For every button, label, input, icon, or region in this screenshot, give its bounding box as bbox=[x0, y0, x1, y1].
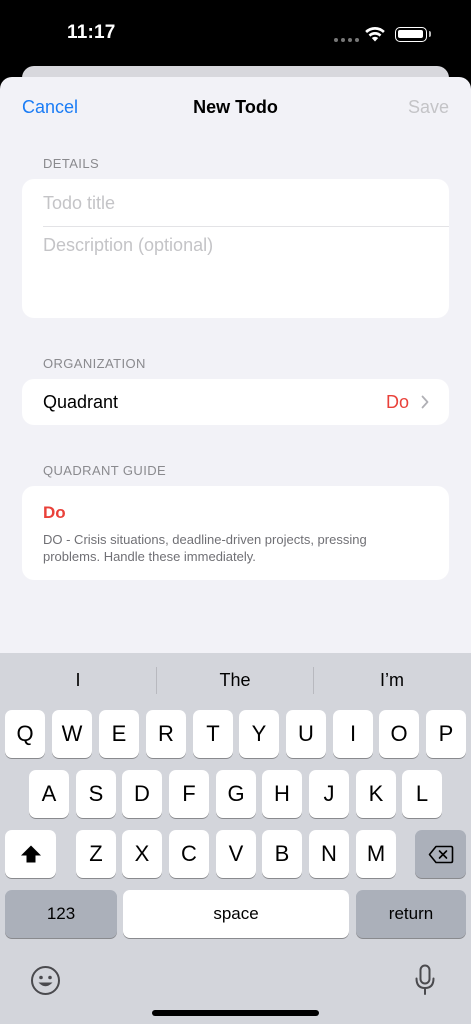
key-y[interactable]: Y bbox=[239, 710, 279, 758]
quadrant-picker-row[interactable]: Quadrant Do bbox=[22, 379, 449, 425]
key-w[interactable]: W bbox=[52, 710, 92, 758]
todo-title-input[interactable] bbox=[43, 179, 449, 225]
guide-title: Do bbox=[43, 503, 66, 522]
emoji-icon[interactable] bbox=[30, 965, 61, 996]
return-key[interactable]: return bbox=[356, 890, 466, 938]
backspace-icon bbox=[428, 845, 453, 863]
home-indicator bbox=[152, 1010, 319, 1016]
key-z[interactable]: Z bbox=[76, 830, 116, 878]
status-time: 11:17 bbox=[67, 22, 116, 43]
suggestion-item[interactable]: The bbox=[157, 670, 313, 691]
divider bbox=[43, 226, 449, 227]
wifi-icon bbox=[365, 26, 385, 42]
save-button[interactable]: Save bbox=[408, 97, 449, 118]
shift-key[interactable] bbox=[5, 830, 56, 878]
key-m[interactable]: M bbox=[356, 830, 396, 878]
delete-key[interactable] bbox=[415, 830, 466, 878]
organization-section-header: ORGANIZATION bbox=[43, 356, 146, 371]
navigation-bar: Cancel New Todo Save bbox=[0, 77, 471, 137]
key-d[interactable]: D bbox=[122, 770, 162, 818]
battery-icon bbox=[395, 27, 431, 42]
key-u[interactable]: U bbox=[286, 710, 326, 758]
key-p[interactable]: P bbox=[426, 710, 466, 758]
key-h[interactable]: H bbox=[262, 770, 302, 818]
shift-arrow-icon bbox=[20, 845, 41, 863]
quadrant-guide-card: Do DO - Crisis situations, deadline-driv… bbox=[22, 486, 449, 580]
key-r[interactable]: R bbox=[146, 710, 186, 758]
suggestion-item[interactable]: I’m bbox=[314, 670, 470, 691]
key-i[interactable]: I bbox=[333, 710, 373, 758]
guide-description: DO - Crisis situations, deadline-driven … bbox=[43, 532, 367, 564]
chevron-right-icon bbox=[421, 395, 429, 409]
details-card bbox=[22, 179, 449, 318]
key-b[interactable]: B bbox=[262, 830, 302, 878]
quadrant-label: Quadrant bbox=[43, 392, 119, 412]
quadrant-value: Do bbox=[385, 392, 409, 412]
details-section-header: DETAILS bbox=[43, 156, 100, 171]
key-e[interactable]: E bbox=[99, 710, 139, 758]
key-q[interactable]: Q bbox=[5, 710, 45, 758]
numbers-key[interactable]: 123 bbox=[5, 890, 117, 938]
key-x[interactable]: X bbox=[122, 830, 162, 878]
key-n[interactable]: N bbox=[309, 830, 349, 878]
key-f[interactable]: F bbox=[169, 770, 209, 818]
key-k[interactable]: K bbox=[356, 770, 396, 818]
key-s[interactable]: S bbox=[76, 770, 116, 818]
key-t[interactable]: T bbox=[193, 710, 233, 758]
suggestion-item[interactable]: I bbox=[0, 670, 156, 691]
microphone-icon[interactable] bbox=[414, 964, 436, 997]
key-o[interactable]: O bbox=[379, 710, 419, 758]
page-title: New Todo bbox=[193, 97, 278, 117]
space-key[interactable]: space bbox=[123, 890, 349, 938]
cellular-signal-icon bbox=[334, 38, 359, 42]
key-v[interactable]: V bbox=[216, 830, 256, 878]
status-bar: 11:17 bbox=[0, 0, 471, 66]
description-input[interactable] bbox=[43, 235, 438, 311]
guide-section-header: QUADRANT GUIDE bbox=[43, 463, 167, 478]
suggestion-bar: I The I’m bbox=[0, 653, 471, 703]
key-g[interactable]: G bbox=[216, 770, 256, 818]
key-c[interactable]: C bbox=[169, 830, 209, 878]
key-l[interactable]: L bbox=[402, 770, 442, 818]
key-j[interactable]: J bbox=[309, 770, 349, 818]
keyboard: I The I’m Q W E R T Y U I O P A S D F G … bbox=[0, 653, 471, 1024]
key-a[interactable]: A bbox=[29, 770, 69, 818]
